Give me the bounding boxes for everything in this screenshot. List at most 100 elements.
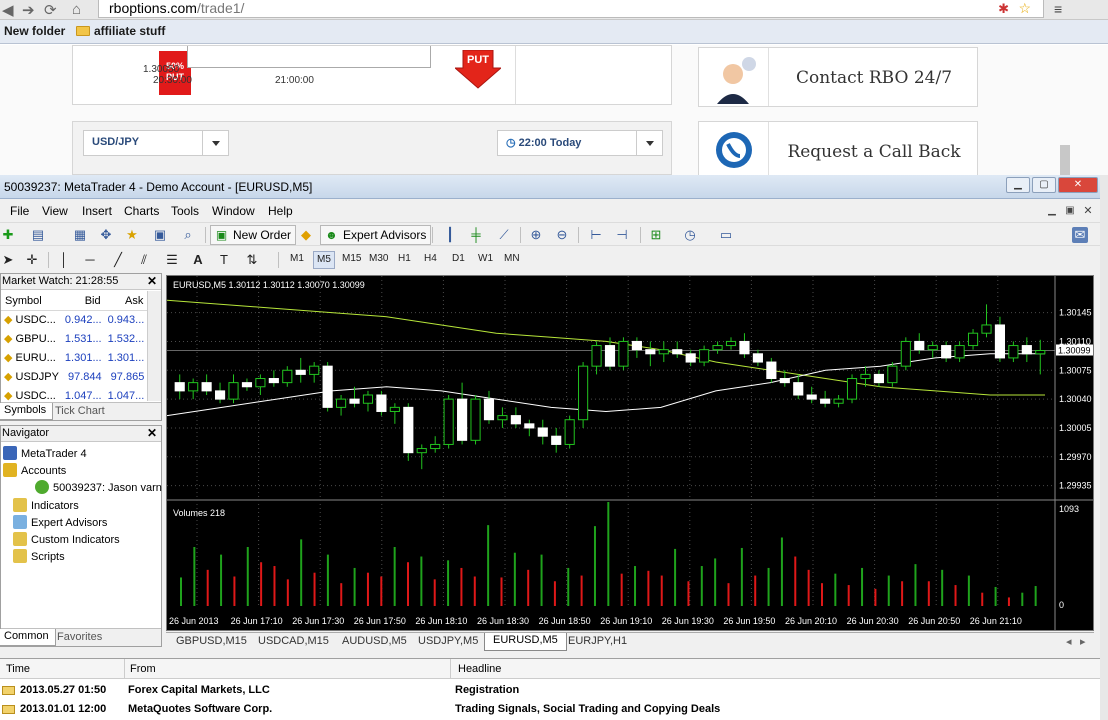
nav-item-metatrader[interactable]: MetaTrader 4 xyxy=(3,446,87,460)
column-bid[interactable]: Bid xyxy=(61,292,105,311)
profiles-icon[interactable]: ▤ xyxy=(30,227,46,243)
menu-tools[interactable]: Tools xyxy=(171,204,199,218)
table-row[interactable]: ◆ GBPU... 1.531... 1.532... xyxy=(1,329,147,348)
tab-eurusd-m5[interactable]: EURUSD,M5 xyxy=(484,633,567,651)
close-icon[interactable]: ✕ xyxy=(147,426,157,441)
mail-icon[interactable]: ✉ xyxy=(1072,227,1088,243)
table-row[interactable]: ◆ USDJPY 97.844 97.865 xyxy=(1,367,147,386)
menu-file[interactable]: File xyxy=(10,204,29,218)
text-label-icon[interactable]: T xyxy=(216,252,232,268)
tab-usdjpy-m5[interactable]: USDJPY,M5 xyxy=(418,635,478,647)
bookmark-star-icon[interactable]: ☆ xyxy=(1018,0,1031,16)
put-button[interactable]: PUT xyxy=(453,49,503,90)
tab-gbpusd-m15[interactable]: GBPUSD,M15 xyxy=(176,635,247,647)
tf-h1[interactable]: H1 xyxy=(398,253,411,264)
back-icon[interactable]: ◀ xyxy=(2,1,14,19)
text-icon[interactable]: A xyxy=(190,252,206,268)
nav-item-scripts[interactable]: Scripts xyxy=(13,549,65,563)
bar-chart-icon[interactable]: ┃ xyxy=(442,227,458,243)
column-time[interactable]: Time xyxy=(6,663,30,675)
scroll-right-icon[interactable]: ▸ xyxy=(1080,635,1086,648)
nav-item-expert-advisors[interactable]: Expert Advisors xyxy=(13,515,107,529)
arrows-icon[interactable]: ⇅ xyxy=(244,252,260,268)
column-ask[interactable]: Ask xyxy=(104,292,148,311)
contact-card[interactable]: Contact RBO 24/7 xyxy=(698,47,978,107)
expert-advisors-button[interactable]: ☻ Expert Advisors xyxy=(320,225,432,245)
vertical-line-icon[interactable]: │ xyxy=(56,252,72,268)
zoom-out-icon[interactable]: ⊖ xyxy=(554,227,570,243)
column-from[interactable]: From xyxy=(130,663,156,675)
table-row[interactable]: ◆ USDC... 0.942... 0.943... xyxy=(1,310,147,329)
tf-mn[interactable]: MN xyxy=(504,253,520,264)
tf-m30[interactable]: M30 xyxy=(369,253,388,264)
cursor-icon[interactable]: ➤ xyxy=(0,252,16,268)
tab-common[interactable]: Common xyxy=(0,629,56,646)
bookmark-new-folder[interactable]: New folder xyxy=(4,24,65,38)
home-icon[interactable]: ⌂ xyxy=(72,1,81,18)
zoom-in-icon[interactable]: ⊕ xyxy=(528,227,544,243)
market-watch-scrollbar[interactable] xyxy=(147,291,161,401)
close-button[interactable]: ✕ xyxy=(1058,177,1098,193)
close-icon[interactable]: ✕ xyxy=(147,274,157,289)
nav-item-account[interactable]: 50039237: Jason varn xyxy=(35,480,162,494)
navigator-icon[interactable]: ✥ xyxy=(98,227,114,243)
menu-icon[interactable]: ≡ xyxy=(1054,1,1062,17)
menu-charts[interactable]: Charts xyxy=(124,204,159,218)
channel-icon[interactable]: ⫽ xyxy=(136,252,152,268)
column-symbol[interactable]: Symbol xyxy=(1,292,62,311)
tab-symbols[interactable]: Symbols xyxy=(0,403,54,420)
menu-view[interactable]: View xyxy=(42,204,68,218)
table-row[interactable]: ◆ EURU... 1.301... 1.301... xyxy=(1,348,147,367)
nav-item-custom-indicators[interactable]: Custom Indicators xyxy=(13,532,120,546)
indicators-icon[interactable]: ⊞ xyxy=(648,227,664,243)
tab-tick-chart[interactable]: Tick Chart xyxy=(55,405,105,417)
new-order-button[interactable]: ▣ New Order xyxy=(210,225,297,245)
horizontal-line-icon[interactable]: ─ xyxy=(82,252,98,268)
bookmark-affiliate-stuff[interactable]: affiliate stuff xyxy=(76,24,165,38)
tester-icon[interactable]: ⌕ xyxy=(180,227,196,243)
tab-favorites[interactable]: Favorites xyxy=(57,631,102,643)
market-watch-icon[interactable]: ▦ xyxy=(72,227,88,243)
candlestick-icon[interactable]: ╪ xyxy=(468,227,484,243)
column-headline[interactable]: Headline xyxy=(458,663,501,675)
news-row[interactable]: 2013.05.27 01:50 Forex Capital Markets, … xyxy=(0,681,1100,700)
child-restore-icon[interactable]: ▣ xyxy=(1062,203,1078,219)
new-chart-icon[interactable]: ✚ xyxy=(0,227,16,243)
maximize-button[interactable]: ▢ xyxy=(1032,177,1056,193)
menu-help[interactable]: Help xyxy=(268,204,293,218)
tab-usdcad-m15[interactable]: USDCAD,M15 xyxy=(258,635,329,647)
extension-icon[interactable]: ✱ xyxy=(998,1,1009,17)
address-bar[interactable]: rboptions.com/trade1/ ✱ ☆ xyxy=(98,0,1044,18)
price-chart[interactable]: 1.301451.301101.300751.300401.300051.299… xyxy=(167,276,1093,630)
tf-m1[interactable]: M1 xyxy=(290,253,304,264)
menu-insert[interactable]: Insert xyxy=(82,204,112,218)
reload-icon[interactable]: ⟳ xyxy=(44,1,57,19)
tab-eurjpy-h1[interactable]: EURJPY,H1 xyxy=(568,635,627,647)
nav-item-accounts[interactable]: Accounts xyxy=(3,463,66,477)
crosshair-icon[interactable]: ✛ xyxy=(24,252,40,268)
callback-card[interactable]: Request a Call Back xyxy=(698,121,978,177)
child-close-icon[interactable]: ✕ xyxy=(1080,203,1096,219)
expiry-select[interactable]: ◷ 22:00 Today xyxy=(497,130,663,156)
page-scrollbar[interactable] xyxy=(1060,145,1070,175)
tf-d1[interactable]: D1 xyxy=(452,253,465,264)
tf-m15[interactable]: M15 xyxy=(342,253,361,264)
tf-w1[interactable]: W1 xyxy=(478,253,493,264)
tf-m5[interactable]: M5 xyxy=(313,251,335,269)
favorites-icon[interactable]: ★ xyxy=(124,227,140,243)
news-row[interactable]: 2013.01.01 12:00 MetaQuotes Software Cor… xyxy=(0,700,1100,719)
scroll-left-icon[interactable]: ◂ xyxy=(1066,635,1072,648)
nav-item-indicators[interactable]: Indicators xyxy=(13,498,79,512)
metaeditor-icon[interactable]: ◆ xyxy=(298,227,314,243)
trendline-icon[interactable]: ╱ xyxy=(110,252,126,268)
templates-icon[interactable]: ▭ xyxy=(718,227,734,243)
chart-shift-icon[interactable]: ⊢ xyxy=(588,227,604,243)
line-chart-icon[interactable]: ⟋ xyxy=(496,227,512,243)
autoscroll-icon[interactable]: ⊣ xyxy=(614,227,630,243)
tab-audusd-m5[interactable]: AUDUSD,M5 xyxy=(342,635,407,647)
fibonacci-icon[interactable]: ☰ xyxy=(164,252,180,268)
minimize-button[interactable]: ▁ xyxy=(1006,177,1030,193)
child-minimize-icon[interactable]: ▁ xyxy=(1044,203,1060,219)
asset-select[interactable]: USD/JPY xyxy=(83,130,229,156)
terminal-icon[interactable]: ▣ xyxy=(152,227,168,243)
